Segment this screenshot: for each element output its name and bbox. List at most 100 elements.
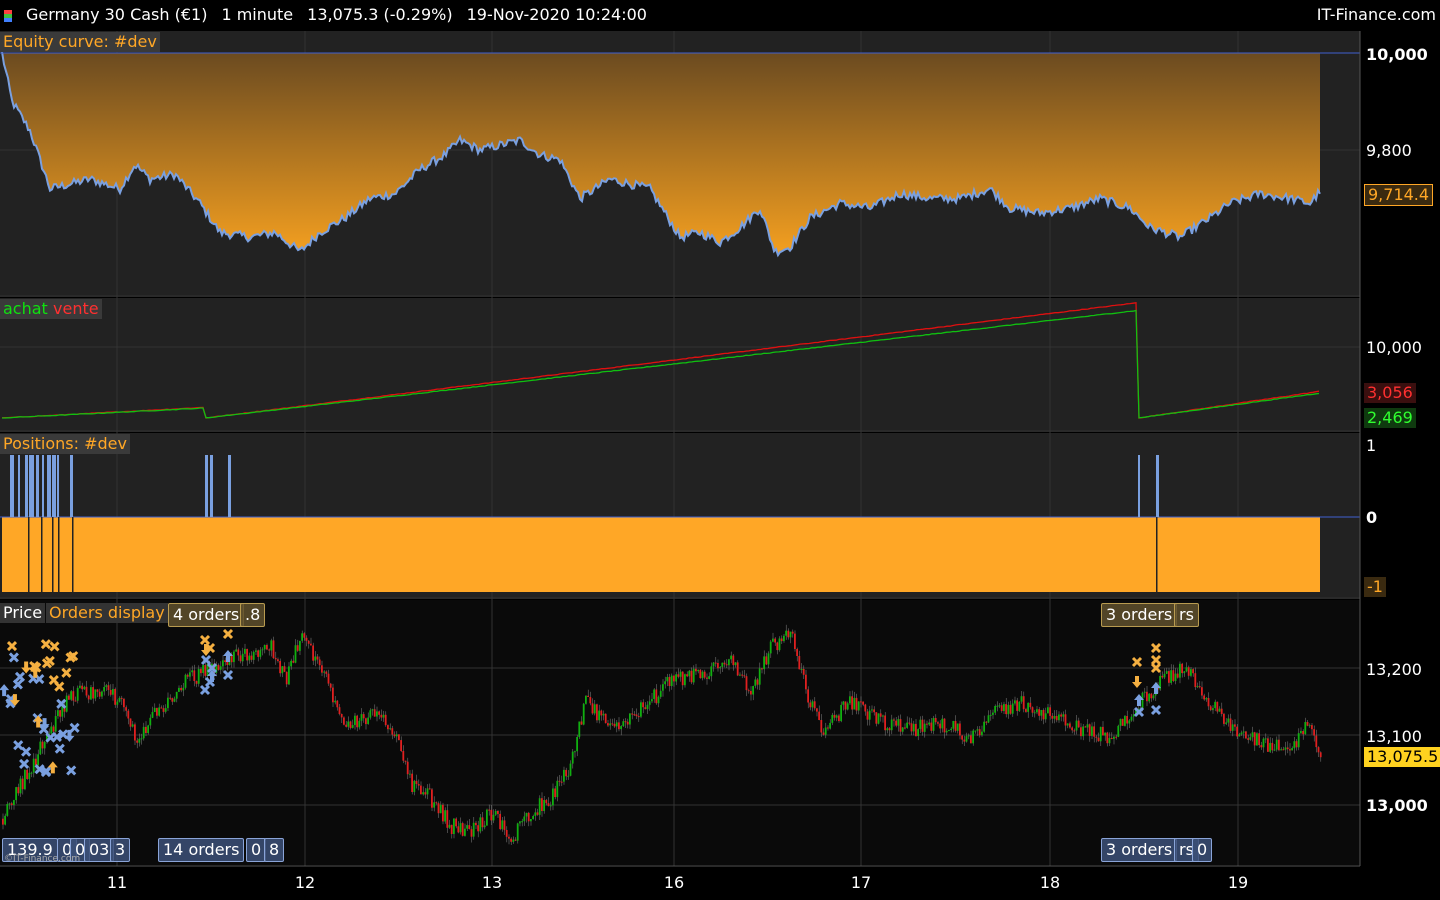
price-panel-label[interactable]: Price (0, 603, 46, 623)
candle-body (717, 663, 719, 669)
candle-body (1064, 714, 1067, 726)
candle-body (609, 723, 611, 726)
candle-body (587, 695, 589, 697)
candle-body (153, 707, 156, 712)
candle-body (525, 812, 528, 817)
candle-body (1029, 702, 1032, 708)
candle-body (191, 670, 193, 673)
candle-body (604, 713, 607, 724)
candle-body (884, 715, 886, 731)
orders-box-bottom[interactable]: 3 (110, 838, 131, 862)
candle-body (692, 668, 695, 683)
candle-body (523, 816, 526, 822)
candle-body (424, 792, 427, 795)
candle-body (92, 687, 94, 699)
candle-body (453, 818, 455, 834)
candle-body (74, 700, 77, 702)
candle-body (466, 825, 468, 829)
achat-label[interactable]: achat (0, 299, 51, 319)
candle-body (1007, 704, 1010, 715)
candle-body (651, 699, 653, 702)
orders-box-bottom[interactable]: 3 orders (1101, 838, 1178, 862)
equity-panel-label[interactable]: Equity curve: #dev (0, 32, 160, 52)
vente-label[interactable]: vente (50, 299, 102, 319)
candle-body (268, 649, 270, 651)
candle-body (767, 653, 770, 665)
candle-body (917, 729, 919, 736)
candle-body (679, 671, 682, 677)
x-tick-label: 12 (294, 873, 316, 892)
candle-body (778, 638, 781, 651)
candle-body (343, 717, 345, 725)
candle-body (1297, 733, 1300, 748)
candle-body (437, 803, 440, 814)
candle-body (840, 704, 842, 722)
orders-box-top[interactable]: 4 orders (168, 603, 245, 627)
candle-body (435, 802, 438, 804)
candle-body (1264, 738, 1267, 740)
candle-body (983, 721, 985, 732)
candle-body (1106, 732, 1109, 744)
candle-body (13, 800, 15, 805)
candle-body (52, 726, 55, 732)
candle-body (8, 803, 11, 805)
candle-body (734, 662, 737, 666)
candle-body (413, 780, 416, 792)
orders-box-top[interactable]: .8 (240, 603, 266, 627)
candle-body (1018, 701, 1021, 711)
candle-body (136, 740, 138, 743)
candle-body (1185, 667, 1188, 672)
candle-body (442, 804, 444, 822)
candle-body (800, 669, 803, 670)
candle-body (202, 665, 204, 673)
chart-canvas[interactable] (0, 0, 1440, 900)
candle-body (426, 788, 429, 795)
candle-body (277, 659, 279, 662)
candle-body (1304, 722, 1307, 735)
candle-body (241, 653, 244, 662)
candle-body (618, 722, 620, 730)
candle-body (39, 741, 42, 755)
candle-body (186, 674, 189, 677)
position-flip-marker (58, 517, 60, 592)
candle-body (1075, 720, 1078, 731)
candle-body (853, 697, 856, 710)
candle-body (1225, 722, 1227, 724)
candle-body (433, 802, 435, 808)
long-position-bar (1156, 455, 1159, 517)
orders-box-bottom[interactable]: 14 orders (158, 838, 245, 862)
candle-body (571, 751, 574, 764)
candle-body (1047, 707, 1049, 714)
candle-body (180, 687, 182, 691)
candle-body (246, 648, 248, 661)
candle-body (494, 811, 497, 815)
orders-box-top[interactable]: 3 orders (1101, 603, 1178, 627)
candle-body (629, 713, 631, 725)
candle-body (281, 666, 284, 674)
candle-body (563, 769, 565, 782)
candle-body (1280, 749, 1282, 751)
orders-box-bottom[interactable]: 0 (1192, 838, 1213, 862)
candle-body (776, 642, 779, 651)
candle-body (965, 736, 968, 742)
candle-body (1207, 698, 1210, 707)
candle-body (272, 640, 275, 658)
candle-body (173, 698, 176, 702)
candle-body (406, 761, 409, 775)
candle-body (714, 662, 717, 664)
candle-body (131, 724, 134, 727)
orders-box-bottom[interactable]: 8 (264, 838, 285, 862)
candle-body (164, 708, 167, 712)
positions-panel-label[interactable]: Positions: #dev (0, 434, 130, 454)
candle-body (1227, 718, 1230, 723)
y-tick-label: 13,200 (1366, 660, 1422, 679)
candle-body (1121, 718, 1124, 726)
orders-display-label[interactable]: Orders display (46, 603, 168, 623)
candle-body (294, 645, 297, 663)
candle-body (631, 713, 633, 715)
candle-body (860, 701, 862, 703)
candle-body (998, 705, 1001, 707)
candle-body (1260, 745, 1263, 748)
candle-body (17, 787, 20, 794)
orders-box-top[interactable]: rs (1174, 603, 1199, 627)
